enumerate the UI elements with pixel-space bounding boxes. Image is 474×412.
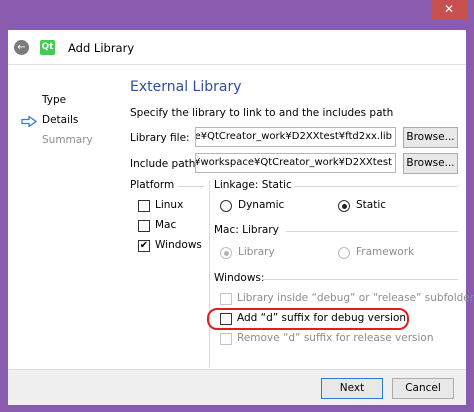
mac-framework-label: Framework [356, 246, 415, 258]
debug-subfolder-checkbox[interactable] [220, 293, 232, 305]
mac-framework-radio[interactable] [338, 247, 350, 259]
page-title: External Library [130, 79, 242, 95]
windows-checkbox[interactable]: ✔ [138, 240, 150, 252]
wizard-button-bar: Next Cancel [8, 369, 466, 405]
nav-step-type: Type [42, 94, 67, 106]
page-intro: Specify the library to link to and the i… [130, 107, 394, 119]
nav-step-details: Details [42, 114, 79, 126]
windows-label: Windows [155, 239, 202, 251]
dynamic-radio[interactable] [220, 200, 232, 212]
group-separator [209, 181, 210, 367]
mac-library-label: Library [238, 246, 275, 258]
checkmark-icon: ✔ [139, 240, 149, 251]
windows-group-title: Windows: [214, 272, 265, 284]
linkage-group-title: Linkage: Static [214, 179, 292, 191]
linkage-group-line [294, 186, 458, 187]
mac-checkbox[interactable] [138, 220, 150, 232]
mac-library-radio[interactable] [220, 247, 232, 259]
nav-step-summary: Summary [42, 134, 93, 146]
linux-checkbox[interactable] [138, 200, 150, 212]
include-browse-button[interactable]: Browse... [403, 153, 458, 174]
mac-group-title: Mac: Library [214, 224, 279, 236]
wizard-client-area: Type Details Summary External Library Sp… [8, 65, 474, 405]
cancel-button[interactable]: Cancel [392, 378, 454, 399]
library-file-input[interactable]: ace¥QtCreator_work¥D2XXtest¥ftd2xx.lib [195, 127, 396, 147]
include-path-label: Include path: [130, 158, 199, 170]
include-path-input[interactable]: ke¥workspace¥QtCreator_work¥D2XXtest [195, 153, 396, 173]
mac-label: Mac [155, 219, 177, 231]
static-radio[interactable] [338, 200, 350, 212]
title-bar: ← Qt Add Library [8, 30, 466, 65]
static-label: Static [356, 199, 387, 211]
close-button[interactable]: ✕ [431, 0, 467, 20]
back-arrow-icon[interactable]: ← [14, 40, 29, 55]
next-button[interactable]: Next [321, 378, 383, 399]
remove-d-suffix-label: Remove “d” suffix for release version [237, 332, 434, 344]
remove-d-suffix-checkbox[interactable] [220, 333, 232, 345]
library-browse-button[interactable]: Browse... [403, 127, 458, 148]
platform-group-title: Platform [130, 179, 175, 191]
platform-group-line [178, 186, 204, 187]
mac-group-line [286, 231, 458, 232]
linux-label: Linux [155, 199, 184, 211]
highlight-annotation [207, 308, 409, 330]
window-title: Add Library [68, 41, 135, 55]
debug-subfolder-label: Library inside “debug” or “release” subf… [237, 292, 474, 304]
dynamic-label: Dynamic [238, 199, 285, 211]
current-step-arrow-icon [21, 116, 37, 127]
library-file-label: Library file: [130, 132, 190, 144]
qt-app-icon: Qt [40, 40, 55, 55]
windows-group-line [262, 279, 458, 280]
